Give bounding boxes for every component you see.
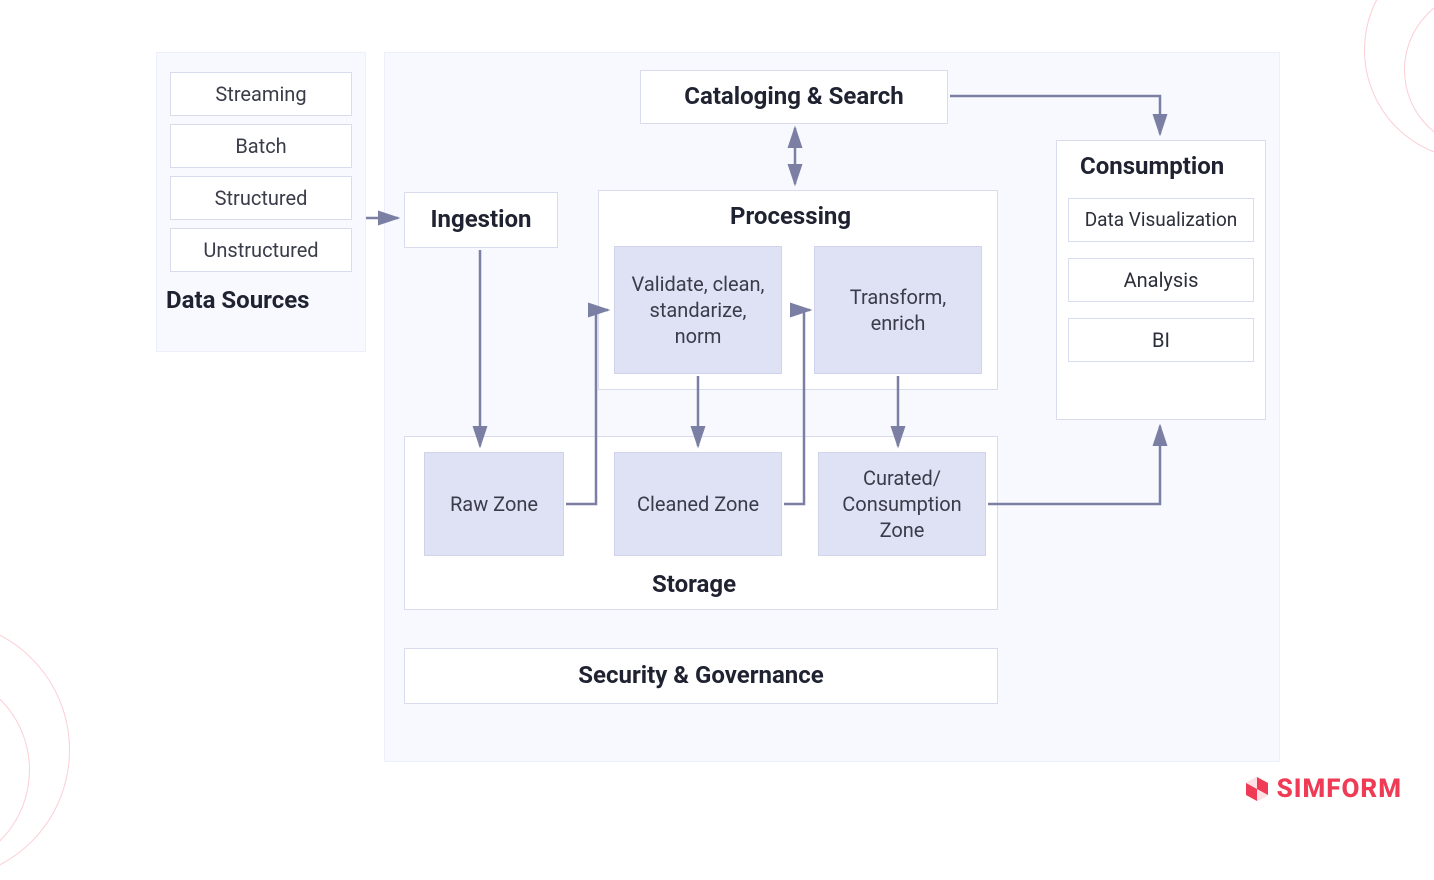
data-source-item: Structured	[170, 176, 352, 220]
catalog-box: Cataloging & Search	[640, 70, 948, 124]
brand-logo: SIMFORM	[1243, 774, 1402, 804]
ingestion-box: Ingestion	[404, 192, 558, 248]
data-source-item: Streaming	[170, 72, 352, 116]
storage-title: Storage	[652, 570, 736, 598]
security-governance-box: Security & Governance	[404, 648, 998, 704]
storage-zone-curated: Curated/ Consumption Zone	[818, 452, 986, 556]
storage-zone-cleaned: Cleaned Zone	[614, 452, 782, 556]
storage-zone-raw: Raw Zone	[424, 452, 564, 556]
brand-logo-icon	[1243, 775, 1271, 803]
consumption-title: Consumption	[1080, 152, 1224, 180]
data-source-item: Unstructured	[170, 228, 352, 272]
consumption-item: BI	[1068, 318, 1254, 362]
consumption-item: Analysis	[1068, 258, 1254, 302]
processing-title: Processing	[730, 202, 851, 230]
processing-step-transform: Transform, enrich	[814, 246, 982, 374]
brand-name: SIMFORM	[1277, 774, 1402, 804]
data-sources-title: Data Sources	[166, 286, 310, 314]
processing-step-validate: Validate, clean, standarize, norm	[614, 246, 782, 374]
consumption-item: Data Visualization	[1068, 198, 1254, 242]
data-source-item: Batch	[170, 124, 352, 168]
